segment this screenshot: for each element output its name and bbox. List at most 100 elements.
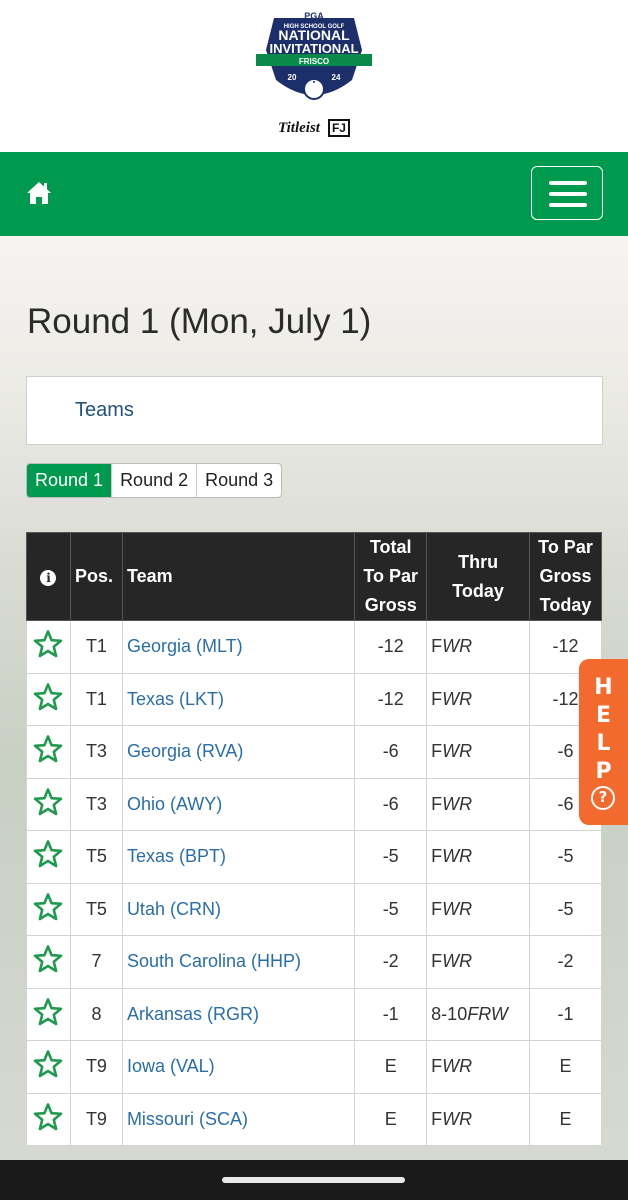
table-row: T5 Utah (CRN) -5 FWR -5 [26,882,602,936]
team-link[interactable]: South Carolina (HHP) [127,951,301,971]
leaderboard-table: i Pos. Team Total To Par Gross Thru Toda… [26,532,602,1146]
logo-line3: INVITATIONAL [269,41,358,56]
team-cell: Missouri (SCA) [121,1092,356,1146]
header-line: Gross [364,595,417,615]
site-header: PGA HIGH SCHOOL GOLF NATIONAL INVITATION… [0,0,628,152]
home-button[interactable] [24,178,54,208]
to-par-today-header: To Par Gross Today [529,532,602,621]
favorite-cell [26,777,71,831]
tab-round-2[interactable]: Round 2 [112,464,198,497]
thru-suffix: WR [442,951,473,972]
table-row: T9 Iowa (VAL) E FWR E [26,1040,602,1094]
team-cell: Texas (BPT) [121,830,356,884]
team-link[interactable]: Iowa (VAL) [127,1056,215,1076]
header-line: Thru [458,551,499,572]
thru-suffix: WR [442,1108,473,1129]
team-link[interactable]: Georgia (MLT) [127,636,243,656]
header-line: To Par [363,566,419,586]
star-icon[interactable] [33,839,63,874]
team-cell: Utah (CRN) [121,882,356,936]
table-row: T1 Georgia (MLT) -12 FWR -12 [26,620,602,674]
thru-value: F [431,1108,443,1129]
hamburger-menu-icon [549,181,587,185]
team-cell: Texas (LKT) [121,672,356,726]
table-row: 7 South Carolina (HHP) -2 FWR -2 [26,935,602,989]
position-cell: T1 [69,620,123,674]
teams-link[interactable]: Teams [75,399,134,422]
table-row: T3 Ohio (AWY) -6 FWR -6 [26,777,602,831]
team-cell: Arkansas (RGR) [121,987,356,1041]
header-line: Today [452,580,504,601]
team-cell: Georgia (MLT) [121,620,356,674]
to-par-today-cell: E [529,1040,602,1094]
position-cell: T9 [69,1040,123,1094]
star-icon[interactable] [33,629,63,664]
thru-cell: FWR [426,725,531,779]
team-link[interactable]: Arkansas (RGR) [127,1004,259,1024]
to-par-today-cell: -5 [529,882,602,936]
team-cell: South Carolina (HHP) [121,935,356,989]
tab-round-1[interactable]: Round 1 [27,464,113,497]
favorite-cell [26,882,71,936]
total-to-par-cell: E [354,1092,428,1146]
nav-bar [0,152,628,236]
event-logo[interactable]: PGA HIGH SCHOOL GOLF NATIONAL INVITATION… [252,10,376,108]
thru-value: 8-10 [431,1003,468,1024]
star-icon[interactable] [33,1102,63,1137]
help-tab[interactable]: H E L P ? [579,659,628,825]
info-header[interactable]: i [26,532,71,621]
system-bottom-bar [0,1160,628,1200]
round-selector: Round 1 Round 2 Round 3 [26,463,283,498]
total-to-par-cell: -6 [354,777,428,831]
team-link[interactable]: Texas (LKT) [127,689,224,709]
logo-ribbon: FRISCO [299,57,329,66]
help-letter: L [596,731,611,756]
team-link[interactable]: Missouri (SCA) [127,1109,248,1129]
favorite-cell [26,1092,71,1146]
header-line: Today [539,595,592,615]
thru-value: F [431,898,443,919]
star-icon[interactable] [33,892,63,927]
thru-cell: FWR [426,1040,531,1094]
to-par-today-cell: -1 [529,987,602,1041]
info-icon: i [40,570,57,586]
total-to-par-cell: -1 [354,987,428,1041]
team-link[interactable]: Utah (CRN) [127,899,221,919]
table-row: T5 Texas (BPT) -5 FWR -5 [26,830,602,884]
thru-cell: FWR [426,1092,531,1146]
thru-value: F [431,951,443,972]
total-to-par-cell: -5 [354,882,428,936]
thru-value: F [431,636,443,657]
thru-suffix: WR [442,688,473,709]
logo-pga: PGA [304,11,324,21]
to-par-today-cell: -5 [529,830,602,884]
star-icon[interactable] [33,997,63,1032]
team-link[interactable]: Georgia (RVA) [127,741,243,761]
home-indicator[interactable] [222,1177,405,1183]
star-icon[interactable] [33,787,63,822]
titleist-logo: Titleist [278,120,320,136]
thru-cell: FWR [426,935,531,989]
team-link[interactable]: Ohio (AWY) [127,794,222,814]
sponsor-logos: Titleist FJ [0,119,628,137]
table-row: 8 Arkansas (RGR) -1 8-10FRW -1 [26,987,602,1041]
total-to-par-cell: -6 [354,725,428,779]
menu-button[interactable] [531,166,603,220]
header-line: To Par [538,537,593,557]
position-cell: T5 [69,830,123,884]
star-icon[interactable] [33,944,63,979]
help-letter: H [594,675,613,700]
total-to-par-cell: -2 [354,935,428,989]
favorite-cell [26,935,71,989]
team-link[interactable]: Texas (BPT) [127,846,226,866]
star-icon[interactable] [33,682,63,717]
star-icon[interactable] [33,1049,63,1084]
footjoy-logo: FJ [327,119,350,137]
table-header-row: i Pos. Team Total To Par Gross Thru Toda… [26,532,602,621]
star-icon[interactable] [33,734,63,769]
tab-round-3[interactable]: Round 3 [197,464,281,497]
position-cell: T9 [69,1092,123,1146]
thru-suffix: WR [442,898,473,919]
favorite-cell [26,987,71,1041]
header-line: Total [369,537,412,557]
